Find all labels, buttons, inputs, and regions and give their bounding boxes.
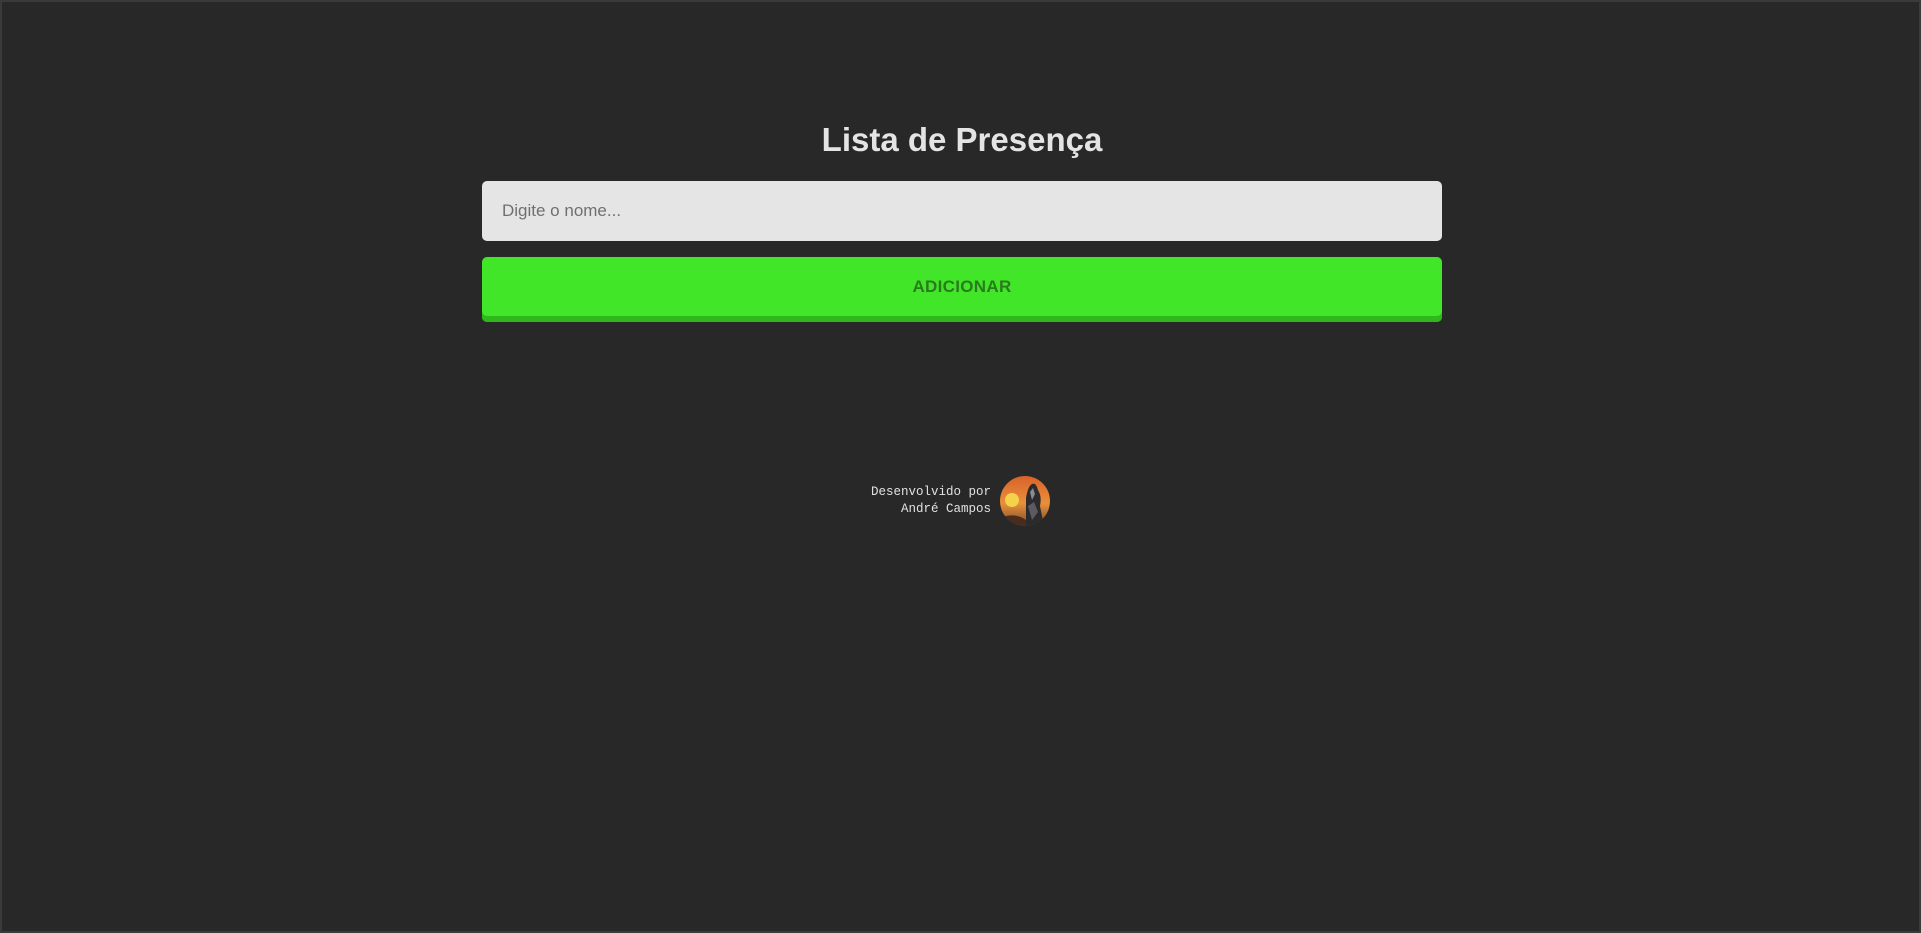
name-input[interactable]	[482, 181, 1442, 241]
credit-text: Desenvolvido por André Campos	[862, 484, 991, 518]
app-window: Lista de Presença ADICIONAR Desenvolvido…	[0, 0, 1921, 933]
page-title: Lista de Presença	[821, 121, 1103, 158]
main-content: Lista de Presença ADICIONAR	[482, 102, 1442, 322]
developer-credit: Desenvolvido por André Campos	[862, 475, 1062, 527]
avatar-image	[1000, 476, 1050, 526]
author-avatar-icon[interactable]	[1000, 476, 1050, 526]
credit-line-1: Desenvolvido por	[870, 485, 991, 499]
credit-line-2: André Campos	[900, 502, 991, 516]
add-button[interactable]: ADICIONAR	[482, 257, 1442, 322]
